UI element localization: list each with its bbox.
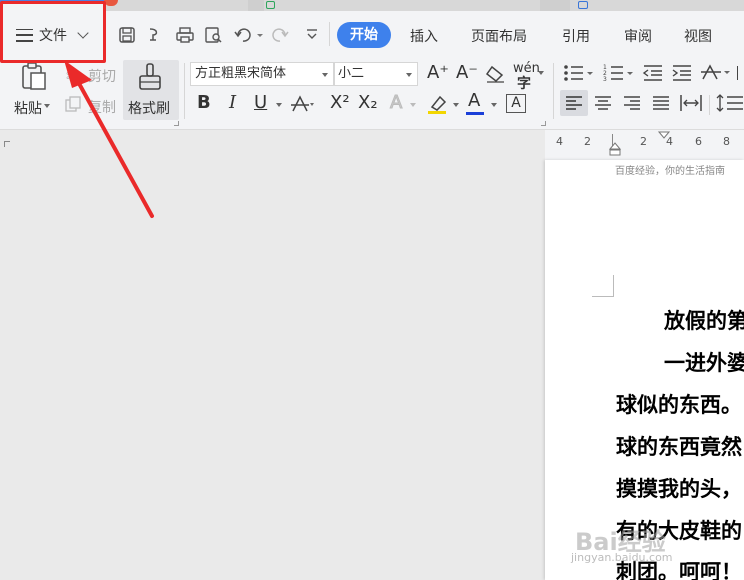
numbered-list-icon[interactable]: 1 2 3 <box>603 64 633 82</box>
superscript-button[interactable]: X² <box>330 93 350 113</box>
chevron-down-icon[interactable] <box>538 71 544 75</box>
tab-insert[interactable]: 插入 <box>410 26 438 46</box>
tab-review[interactable]: 审阅 <box>624 26 652 46</box>
spreadsheet-icon <box>266 1 275 9</box>
underline-button[interactable]: U <box>254 93 267 113</box>
tab-page-layout[interactable]: 页面布局 <box>471 26 527 46</box>
document-line: 球似的东西。 <box>616 392 742 417</box>
svg-text:3: 3 <box>603 76 607 82</box>
cut-button[interactable]: 剪切 <box>88 66 116 86</box>
export-pdf-icon[interactable] <box>146 26 164 44</box>
highlight-icon[interactable] <box>426 93 450 115</box>
ruler-number: 2 <box>640 135 647 148</box>
left-indent-marker-icon[interactable] <box>609 142 621 156</box>
subscript-button[interactable]: X₂ <box>358 93 378 113</box>
page-header-text: 百度经验，你的生活指南 <box>615 166 725 177</box>
font-color-button[interactable]: A <box>468 91 480 111</box>
tab-home[interactable]: 开始 <box>337 22 391 48</box>
align-center-icon[interactable] <box>594 95 612 111</box>
text-effect-button[interactable]: A <box>389 92 402 113</box>
document-tab[interactable] <box>540 0 570 11</box>
document-page[interactable]: 百度经验，你的生活指南 放假的第 一进外婆 球似的东西。 球的东西竟然 摸摸我的… <box>545 160 744 580</box>
font-size-value: 小二 <box>338 66 365 81</box>
chevron-down-icon[interactable] <box>491 103 497 107</box>
ruler-number: 2 <box>584 135 591 148</box>
menu-bar: 文件 开始 插入 页面布局 引用 审阅 视图 <box>0 11 744 57</box>
document-line: 放假的第 <box>664 308 744 333</box>
home-ribbon: 粘贴 ✂ 剪切 复制 格式刷 方正粗黑宋简体 小二 A⁺ A⁻ wén 字 B … <box>0 57 744 130</box>
paste-dropdown-arrow[interactable] <box>44 104 50 108</box>
chevron-down-icon[interactable] <box>453 103 459 107</box>
ruler-number: 4 <box>556 135 563 148</box>
font-name-select[interactable]: 方正粗黑宋简体 <box>190 62 334 86</box>
ruler-number: 6 <box>695 135 702 148</box>
print-preview-icon[interactable] <box>204 26 224 44</box>
distribute-icon[interactable] <box>680 93 702 113</box>
chevron-down-icon <box>322 73 328 77</box>
customize-toolbar-icon[interactable] <box>305 26 319 42</box>
bullet-list-icon[interactable] <box>563 64 593 82</box>
document-line: 球的东西竟然 <box>616 434 742 459</box>
ruler-number: 8 <box>723 135 730 148</box>
document-icon <box>578 1 588 9</box>
font-color-swatch <box>466 112 484 115</box>
paste-icon[interactable] <box>20 61 48 91</box>
chevron-down-icon <box>406 73 412 77</box>
document-line: 一进外婆 <box>664 350 744 375</box>
chinese-layout-icon[interactable] <box>700 63 730 83</box>
align-left-icon <box>566 96 582 110</box>
decrease-indent-icon[interactable] <box>642 64 664 82</box>
save-icon[interactable] <box>118 26 136 44</box>
redo-icon[interactable] <box>272 26 290 44</box>
paste-label[interactable]: 粘贴 <box>14 98 42 118</box>
copy-icon <box>65 96 81 112</box>
italic-button[interactable]: I <box>229 93 236 113</box>
horizontal-ruler[interactable]: 4 2 2 4 6 8 <box>545 130 744 160</box>
margin-corner-mark <box>592 275 614 297</box>
highlight-box-annotation <box>0 1 106 63</box>
format-brush-icon <box>139 63 161 90</box>
font-size-select[interactable]: 小二 <box>334 62 418 86</box>
font-group-launcher[interactable] <box>541 121 546 126</box>
baidu-watermark-url: jingyan.baidu.com <box>571 551 673 564</box>
shrink-font-button[interactable]: A⁻ <box>456 63 478 83</box>
format-brush-label: 格式刷 <box>128 101 170 117</box>
ribbon-divider <box>553 63 554 119</box>
page-corner-mark <box>4 141 10 147</box>
clipboard-group-launcher[interactable] <box>174 121 179 126</box>
strikethrough-icon[interactable] <box>290 94 314 114</box>
document-line: 摸摸我的头， <box>616 476 742 501</box>
undo-icon[interactable] <box>233 26 263 44</box>
line-spacing-icon[interactable] <box>716 93 744 113</box>
clear-format-icon[interactable] <box>484 64 506 84</box>
tab-view[interactable]: 视图 <box>684 26 712 46</box>
chevron-down-icon[interactable] <box>276 103 282 107</box>
bold-button[interactable]: B <box>197 93 211 113</box>
print-icon[interactable] <box>175 26 195 44</box>
scissors-icon: ✂ <box>66 67 79 85</box>
justify-icon[interactable] <box>652 95 670 111</box>
grow-font-button[interactable]: A⁺ <box>427 63 449 83</box>
copy-button[interactable]: 复制 <box>88 97 116 117</box>
ribbon-divider <box>709 95 710 115</box>
first-line-indent-marker-icon[interactable] <box>658 131 670 139</box>
tab-references[interactable]: 引用 <box>562 26 590 46</box>
increase-indent-icon[interactable] <box>671 64 693 82</box>
font-name-value: 方正粗黑宋简体 <box>195 66 287 81</box>
show-marks-icon[interactable] <box>737 66 738 80</box>
ribbon-divider <box>184 63 185 119</box>
align-right-icon[interactable] <box>623 95 641 111</box>
pinyin-glyph: 字 <box>517 76 531 92</box>
character-border-button[interactable]: A <box>506 94 526 113</box>
document-tab[interactable] <box>248 0 264 11</box>
chevron-down-icon[interactable] <box>410 103 416 107</box>
menu-divider <box>329 22 330 46</box>
